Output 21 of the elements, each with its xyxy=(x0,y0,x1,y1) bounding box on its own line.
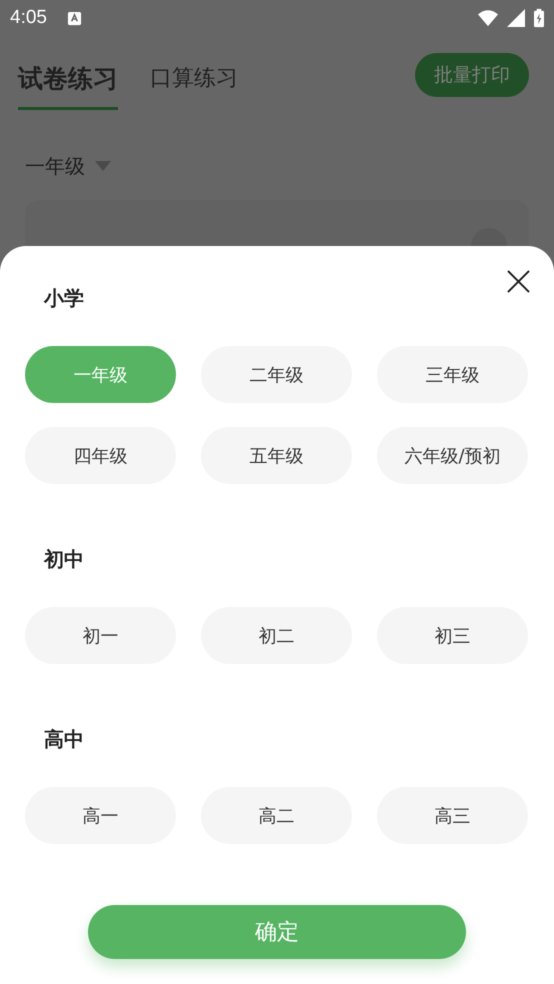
grade-option[interactable]: 三年级 xyxy=(377,346,528,403)
grade-option[interactable]: 六年级/预初 xyxy=(377,427,528,484)
section-title: 高中 xyxy=(44,726,85,753)
wifi-icon xyxy=(478,9,498,27)
caret-icon xyxy=(95,161,111,171)
close-icon[interactable] xyxy=(507,270,530,293)
section-title: 小学 xyxy=(44,285,85,312)
keyboard-notification-icon xyxy=(66,10,82,26)
status-time: 4:05 xyxy=(10,7,47,29)
grade-option[interactable]: 四年级 xyxy=(25,427,176,484)
grade-option[interactable]: 初一 xyxy=(25,607,176,664)
grade-option[interactable]: 初二 xyxy=(201,607,352,664)
grade-option[interactable]: 高一 xyxy=(25,787,176,844)
grade-option[interactable]: 五年级 xyxy=(201,427,352,484)
grade-option[interactable]: 高三 xyxy=(377,787,528,844)
grade-option[interactable]: 高二 xyxy=(201,787,352,844)
grade-option[interactable]: 二年级 xyxy=(201,346,352,403)
grade-option[interactable]: 初三 xyxy=(377,607,528,664)
signal-icon xyxy=(506,9,526,27)
battery-icon xyxy=(534,8,544,28)
section-title: 初中 xyxy=(44,546,85,573)
